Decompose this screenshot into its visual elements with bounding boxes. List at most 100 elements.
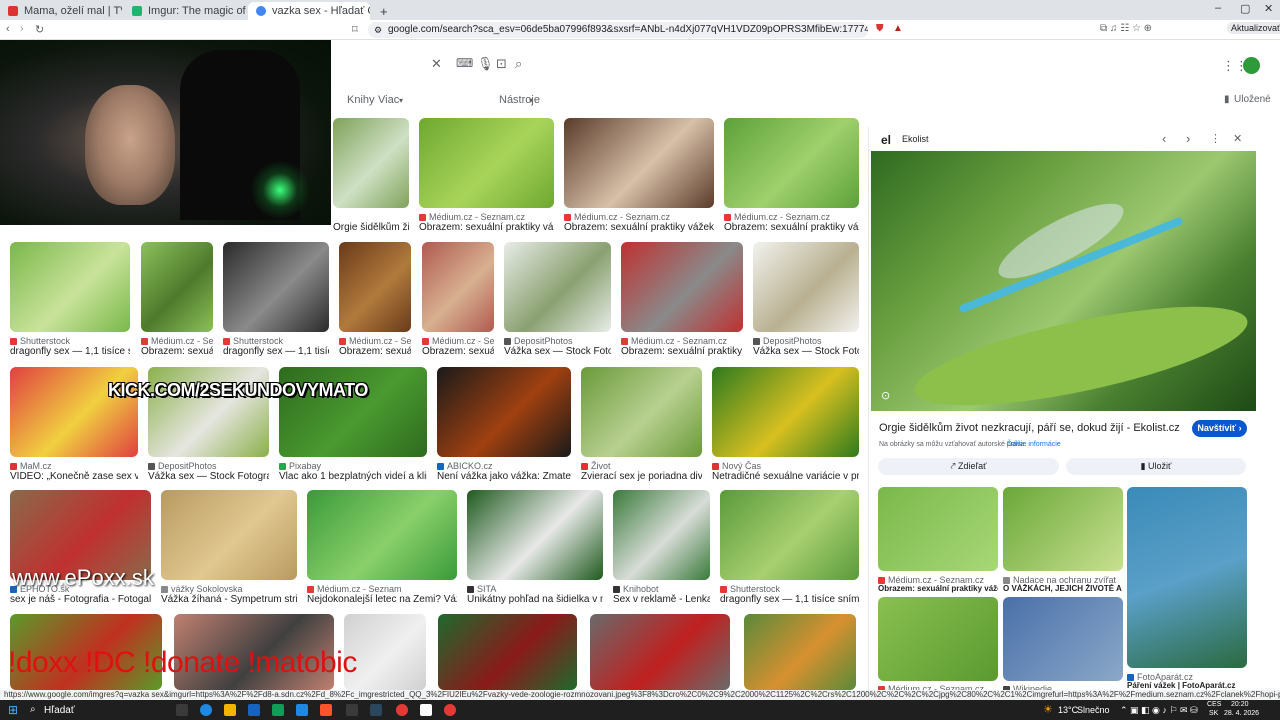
result-title[interactable]: Orgie šidělkům život nezkracuji, páři s.… xyxy=(333,222,409,233)
result-image[interactable] xyxy=(504,242,611,332)
extensions-icon[interactable]: ⧉ ♫ ☷ ☆ ⊕ xyxy=(1100,23,1152,34)
tab-google[interactable]: vazka sex - Hľadať Googlom ✕ xyxy=(248,2,370,20)
result-image[interactable] xyxy=(467,490,603,580)
result-title[interactable]: Obrazem: sexuální praktiky vážek vyp... xyxy=(419,222,554,233)
result-image[interactable] xyxy=(307,490,457,580)
result-image[interactable] xyxy=(419,118,554,208)
warning-icon[interactable]: ▲ xyxy=(893,23,903,34)
result-title[interactable]: Vlac ako 1 bezplatných videí a klipov v … xyxy=(279,471,427,482)
result-image[interactable] xyxy=(621,242,743,332)
result-title[interactable]: dragonfly sex — 1,1 tisíce sní... xyxy=(223,346,329,357)
new-tab-button[interactable]: + xyxy=(372,2,388,20)
reload-icon[interactable]: ↻ xyxy=(35,23,44,36)
search-icon[interactable]: ⌕ xyxy=(515,56,522,72)
tray-icons[interactable]: ⌃ ▣ ◧ ◉ ♪ ⚐ ✉ ⛁ xyxy=(1120,705,1198,716)
result-image[interactable] xyxy=(339,242,411,332)
edge-icon[interactable] xyxy=(200,704,212,716)
result-title[interactable]: dragonfly sex — 1,1 tisíce snímků, stock… xyxy=(720,594,859,605)
forward-icon[interactable]: › xyxy=(20,23,24,35)
related-image[interactable] xyxy=(878,487,998,571)
explorer-icon[interactable] xyxy=(224,704,236,716)
result-title[interactable]: Vážka sex — Stock Fotografi... xyxy=(753,346,859,357)
close-window-button[interactable]: ✕ xyxy=(1264,2,1273,15)
related-title[interactable]: Páření vážek | FotoAparát.cz xyxy=(1127,681,1247,690)
result-title[interactable]: Obrazem: sexuální... xyxy=(422,346,494,357)
avatar[interactable] xyxy=(1243,57,1260,74)
result-title[interactable]: sex je náš - Fotografia - Fotogaléria | … xyxy=(10,594,151,605)
result-title[interactable]: Vážka žíhaná - Sympetrum striolatum xyxy=(161,594,297,605)
task-view-icon[interactable] xyxy=(176,704,188,716)
filter-tools[interactable]: Nástroje xyxy=(499,94,540,106)
store-icon[interactable] xyxy=(248,704,260,716)
result-image[interactable] xyxy=(333,118,409,208)
share-button[interactable]: ⤤ Zdieľať xyxy=(878,458,1059,475)
bookmark-icon[interactable]: ⌑ xyxy=(352,23,358,36)
app-icon[interactable] xyxy=(272,704,284,716)
result-image[interactable] xyxy=(590,614,730,690)
result-image[interactable] xyxy=(223,242,329,332)
close-icon[interactable]: ✕ xyxy=(1233,132,1242,145)
result-image[interactable] xyxy=(712,367,859,457)
result-title[interactable]: VIDEO: „Konečně zase sex v přírod... xyxy=(10,471,138,482)
update-button[interactable]: Aktualizovať xyxy=(1227,22,1280,34)
result-title[interactable]: Obrazem: sexuální... xyxy=(339,346,411,357)
result-title[interactable]: Unikátny pohľad na šidielka v milostno..… xyxy=(467,594,603,605)
related-title[interactable]: Obrazem: sexuální praktiky vážek... xyxy=(878,584,998,593)
lens-icon[interactable]: ⊡ xyxy=(496,56,507,72)
related-image[interactable] xyxy=(1127,487,1247,668)
search-icon[interactable]: ⌕ xyxy=(30,704,36,715)
lang-indicator-2[interactable]: SK xyxy=(1209,710,1218,717)
result-title[interactable]: Obrazem: sexuální... xyxy=(141,346,213,357)
tab-joj[interactable]: Mama, oželí mal | TV JOJ ✕ xyxy=(0,2,122,20)
next-icon[interactable]: › xyxy=(1186,131,1190,146)
brave-icon[interactable] xyxy=(320,704,332,716)
preview-image[interactable]: ⊙ xyxy=(871,151,1256,426)
url-field[interactable]: ⚙ google.com/search?sca_esv=06de5ba07996… xyxy=(368,22,868,38)
result-title[interactable]: Není vážka jako vážka: Zmatek ve jm... xyxy=(437,471,571,482)
filter-more[interactable]: Viac xyxy=(378,94,399,106)
minimize-button[interactable]: – xyxy=(1215,2,1221,14)
obs-icon[interactable] xyxy=(444,704,456,716)
filter-books[interactable]: Knihy xyxy=(347,94,375,106)
result-image[interactable] xyxy=(753,242,859,332)
back-icon[interactable]: ‹ xyxy=(6,23,10,35)
result-image[interactable] xyxy=(581,367,702,457)
result-image[interactable] xyxy=(10,242,130,332)
result-image[interactable] xyxy=(564,118,714,208)
keyboard-icon[interactable]: ⌨ xyxy=(456,56,473,70)
result-image[interactable] xyxy=(437,367,571,457)
weather-text[interactable]: Slnečno xyxy=(1077,705,1110,715)
result-image[interactable] xyxy=(438,614,577,690)
tab-imgur[interactable]: Imgur: The magic of the Internet ✕ xyxy=(124,2,246,20)
weather-temp[interactable]: 13°C xyxy=(1058,705,1078,715)
clock-date[interactable]: 28. 4. 2026 xyxy=(1224,710,1259,717)
result-image[interactable] xyxy=(161,490,297,580)
steam-icon[interactable] xyxy=(370,704,382,716)
save-button[interactable]: ▮ Uložiť xyxy=(1066,458,1246,475)
visit-button[interactable]: Navštíviť › xyxy=(1192,420,1247,437)
related-image[interactable] xyxy=(1003,487,1123,571)
result-title[interactable]: Vážka sex — Stock Fotografie © t... xyxy=(148,471,269,482)
lens-icon[interactable]: ⊙ xyxy=(881,389,890,402)
result-image[interactable] xyxy=(141,242,213,332)
maximize-button[interactable]: ▢ xyxy=(1240,2,1250,15)
result-title[interactable]: Zvierací sex je poriadna divočina... xyxy=(581,471,702,482)
app-icon[interactable] xyxy=(420,704,432,716)
clear-search-icon[interactable]: ✕ xyxy=(431,56,442,72)
related-title[interactable]: O VÁŽKÁCH, JEJICH ŽIVOTĚ A OCHRAN... xyxy=(1003,584,1123,593)
result-title[interactable]: Netradičné sexuálne variácie v prírode: … xyxy=(712,471,859,482)
result-image[interactable] xyxy=(724,118,859,208)
result-title[interactable]: Obrazem: sexuální praktiky vážek vyp... xyxy=(724,222,859,233)
saved-link[interactable]: Uložené xyxy=(1234,94,1271,105)
more-info-link[interactable]: Ďalšie informácie xyxy=(1007,441,1061,448)
result-image[interactable] xyxy=(744,614,856,690)
app-icon[interactable] xyxy=(346,704,358,716)
panel-title[interactable]: Orgie šidělkům život nezkracují, páří se… xyxy=(879,422,1180,434)
prev-icon[interactable]: ‹ xyxy=(1162,131,1166,146)
result-title[interactable]: Obrazem: sexuální praktiky vážek vypadaj… xyxy=(564,222,714,233)
result-title[interactable]: Obrazem: sexuální praktiky vážek... xyxy=(621,346,743,357)
windows-start-icon[interactable]: ⊞ xyxy=(8,703,18,717)
result-image[interactable] xyxy=(613,490,710,580)
result-image[interactable] xyxy=(422,242,494,332)
saved-icon[interactable]: ▮ xyxy=(1224,94,1230,105)
